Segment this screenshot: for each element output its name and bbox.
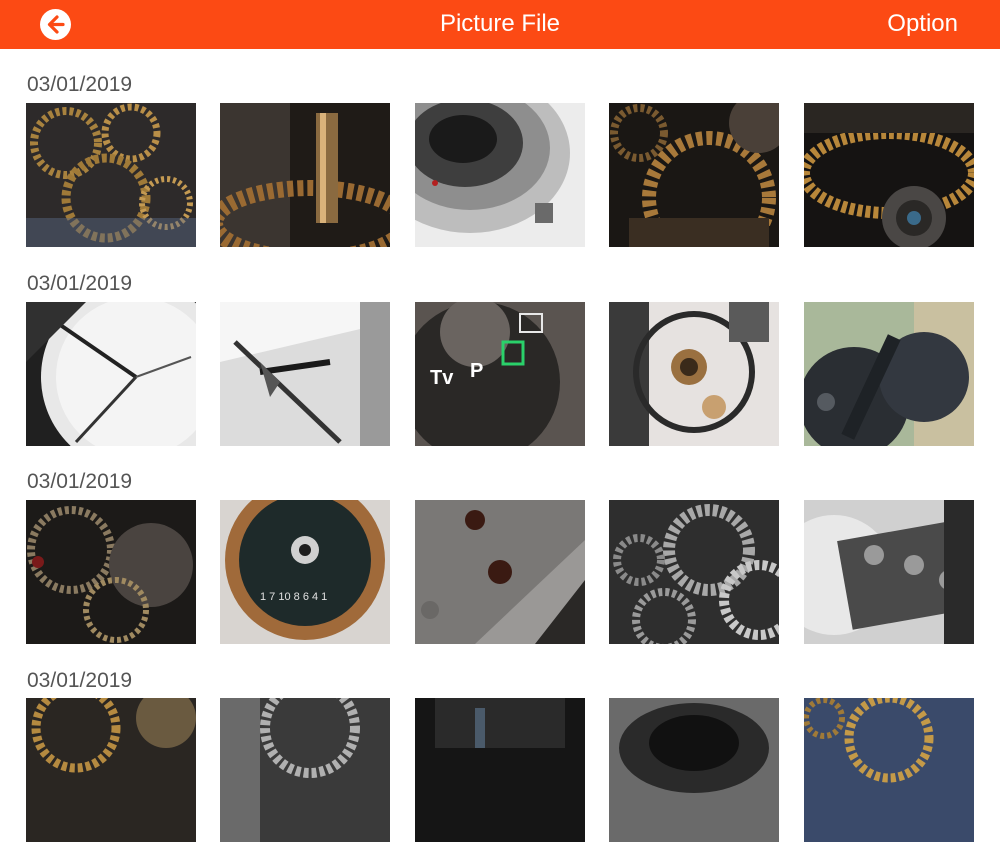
photo-thumbnail[interactable] bbox=[220, 302, 390, 446]
section-date: 03/01/2019 bbox=[27, 470, 133, 493]
photo-thumbnail[interactable] bbox=[804, 103, 974, 247]
section-date: 03/01/2019 bbox=[27, 272, 133, 295]
svg-text:1 7 10 8 6 4 1: 1 7 10 8 6 4 1 bbox=[260, 591, 327, 603]
section-date: 03/01/2019 bbox=[27, 669, 133, 692]
photo-thumbnail[interactable] bbox=[609, 500, 779, 644]
svg-text:P: P bbox=[470, 360, 483, 382]
photo-thumbnail[interactable] bbox=[26, 500, 196, 644]
photo-thumbnail[interactable]: 1 7 10 8 6 4 1 bbox=[220, 500, 390, 644]
photo-thumbnail[interactable] bbox=[26, 103, 196, 247]
photo-thumbnail[interactable] bbox=[609, 698, 779, 842]
photo-thumbnail[interactable] bbox=[415, 103, 585, 247]
photo-thumbnail[interactable] bbox=[804, 698, 974, 842]
photo-thumbnail[interactable] bbox=[220, 103, 390, 247]
top-bar: Picture File Option bbox=[0, 0, 1000, 49]
photo-thumbnail[interactable] bbox=[609, 302, 779, 446]
photo-thumbnail[interactable] bbox=[804, 500, 974, 644]
photo-thumbnail[interactable] bbox=[609, 103, 779, 247]
section-date: 03/01/2019 bbox=[27, 73, 133, 96]
photo-thumbnail[interactable] bbox=[220, 698, 390, 842]
photo-thumbnail[interactable] bbox=[26, 302, 196, 446]
page-title: Picture File bbox=[439, 10, 561, 37]
option-button[interactable]: Option bbox=[887, 10, 958, 38]
photo-thumbnail[interactable] bbox=[415, 698, 585, 842]
svg-text:Tv: Tv bbox=[430, 367, 454, 389]
photo-thumbnail[interactable] bbox=[26, 698, 196, 842]
photo-thumbnail[interactable]: Tv P bbox=[415, 302, 585, 446]
photo-thumbnail[interactable] bbox=[804, 302, 974, 446]
photo-thumbnail[interactable] bbox=[415, 500, 585, 644]
